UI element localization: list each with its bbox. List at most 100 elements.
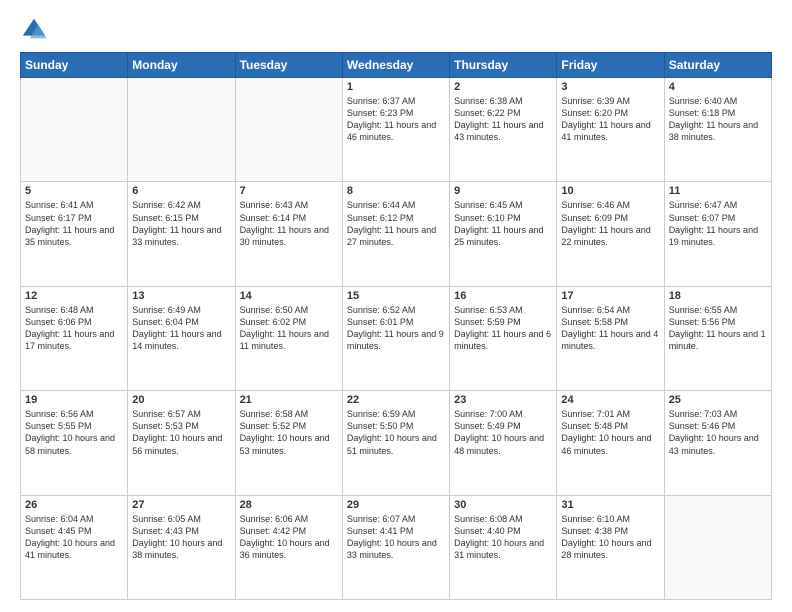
day-info: Sunrise: 6:57 AM Sunset: 5:53 PM Dayligh…: [132, 408, 230, 457]
day-number: 23: [454, 394, 552, 406]
calendar-cell: 30 Sunrise: 6:08 AM Sunset: 4:40 PM Dayli…: [450, 495, 557, 599]
day-header-thursday: Thursday: [450, 53, 557, 78]
day-number: 30: [454, 499, 552, 511]
day-header-sunday: Sunday: [21, 53, 128, 78]
calendar-cell: 28 Sunrise: 6:06 AM Sunset: 4:42 PM Dayli…: [235, 495, 342, 599]
calendar-cell: 20 Sunrise: 6:57 AM Sunset: 5:53 PM Dayli…: [128, 391, 235, 495]
day-number: 6: [132, 185, 230, 197]
day-info: Sunrise: 6:44 AM Sunset: 6:12 PM Dayligh…: [347, 199, 445, 248]
day-number: 20: [132, 394, 230, 406]
calendar-cell: 1 Sunrise: 6:37 AM Sunset: 6:23 PM Daylig…: [342, 78, 449, 182]
calendar-cell: 4 Sunrise: 6:40 AM Sunset: 6:18 PM Daylig…: [664, 78, 771, 182]
day-info: Sunrise: 6:37 AM Sunset: 6:23 PM Dayligh…: [347, 95, 445, 144]
day-number: 16: [454, 290, 552, 302]
logo: [20, 16, 52, 44]
day-number: 4: [669, 81, 767, 93]
day-number: 18: [669, 290, 767, 302]
day-number: 28: [240, 499, 338, 511]
day-info: Sunrise: 6:47 AM Sunset: 6:07 PM Dayligh…: [669, 199, 767, 248]
calendar: SundayMondayTuesdayWednesdayThursdayFrid…: [20, 52, 772, 600]
calendar-cell: 22Sunrise: 6:59 AM Sunset: 5:50 PM Dayli…: [342, 391, 449, 495]
calendar-cell: [235, 78, 342, 182]
calendar-cell: 23 Sunrise: 7:00 AM Sunset: 5:49 PM Dayli…: [450, 391, 557, 495]
day-info: Sunrise: 6:39 AM Sunset: 6:20 PM Dayligh…: [561, 95, 659, 144]
calendar-cell: 6 Sunrise: 6:42 AM Sunset: 6:15 PM Daylig…: [128, 182, 235, 286]
calendar-cell: 31Sunrise: 6:10 AM Sunset: 4:38 PM Dayli…: [557, 495, 664, 599]
calendar-cell: 27 Sunrise: 6:05 AM Sunset: 4:43 PM Dayli…: [128, 495, 235, 599]
day-info: Sunrise: 6:58 AM Sunset: 5:52 PM Dayligh…: [240, 408, 338, 457]
day-number: 29: [347, 499, 445, 511]
header: [20, 16, 772, 44]
day-info: Sunrise: 7:03 AM Sunset: 5:46 PM Dayligh…: [669, 408, 767, 457]
day-header-tuesday: Tuesday: [235, 53, 342, 78]
calendar-week-4: 26Sunrise: 6:04 AM Sunset: 4:45 PM Dayli…: [21, 495, 772, 599]
day-info: Sunrise: 6:59 AM Sunset: 5:50 PM Dayligh…: [347, 408, 445, 457]
day-info: Sunrise: 6:10 AM Sunset: 4:38 PM Dayligh…: [561, 513, 659, 562]
calendar-cell: 21 Sunrise: 6:58 AM Sunset: 5:52 PM Dayli…: [235, 391, 342, 495]
day-header-wednesday: Wednesday: [342, 53, 449, 78]
day-info: Sunrise: 6:54 AM Sunset: 5:58 PM Dayligh…: [561, 304, 659, 353]
day-number: 19: [25, 394, 123, 406]
day-number: 7: [240, 185, 338, 197]
day-number: 9: [454, 185, 552, 197]
day-number: 3: [561, 81, 659, 93]
day-info: Sunrise: 6:50 AM Sunset: 6:02 PM Dayligh…: [240, 304, 338, 353]
day-number: 26: [25, 499, 123, 511]
day-info: Sunrise: 6:45 AM Sunset: 6:10 PM Dayligh…: [454, 199, 552, 248]
day-number: 17: [561, 290, 659, 302]
calendar-cell: 16 Sunrise: 6:53 AM Sunset: 5:59 PM Dayli…: [450, 286, 557, 390]
calendar-week-2: 12Sunrise: 6:48 AM Sunset: 6:06 PM Dayli…: [21, 286, 772, 390]
calendar-cell: 10 Sunrise: 6:46 AM Sunset: 6:09 PM Dayli…: [557, 182, 664, 286]
calendar-cell: 15Sunrise: 6:52 AM Sunset: 6:01 PM Dayli…: [342, 286, 449, 390]
day-number: 27: [132, 499, 230, 511]
day-number: 2: [454, 81, 552, 93]
page: SundayMondayTuesdayWednesdayThursdayFrid…: [0, 0, 792, 612]
calendar-cell: 19 Sunrise: 6:56 AM Sunset: 5:55 PM Dayli…: [21, 391, 128, 495]
calendar-cell: [21, 78, 128, 182]
logo-icon: [20, 16, 48, 44]
day-header-saturday: Saturday: [664, 53, 771, 78]
day-number: 25: [669, 394, 767, 406]
day-number: 21: [240, 394, 338, 406]
calendar-week-0: 1 Sunrise: 6:37 AM Sunset: 6:23 PM Daylig…: [21, 78, 772, 182]
calendar-cell: 25 Sunrise: 7:03 AM Sunset: 5:46 PM Dayli…: [664, 391, 771, 495]
day-info: Sunrise: 6:46 AM Sunset: 6:09 PM Dayligh…: [561, 199, 659, 248]
calendar-cell: 2Sunrise: 6:38 AM Sunset: 6:22 PM Daylig…: [450, 78, 557, 182]
calendar-cell: 29 Sunrise: 6:07 AM Sunset: 4:41 PM Dayli…: [342, 495, 449, 599]
day-number: 14: [240, 290, 338, 302]
day-info: Sunrise: 6:07 AM Sunset: 4:41 PM Dayligh…: [347, 513, 445, 562]
day-info: Sunrise: 6:40 AM Sunset: 6:18 PM Dayligh…: [669, 95, 767, 144]
calendar-cell: 14 Sunrise: 6:50 AM Sunset: 6:02 PM Dayli…: [235, 286, 342, 390]
day-info: Sunrise: 6:49 AM Sunset: 6:04 PM Dayligh…: [132, 304, 230, 353]
day-number: 15: [347, 290, 445, 302]
day-number: 5: [25, 185, 123, 197]
day-info: Sunrise: 6:55 AM Sunset: 5:56 PM Dayligh…: [669, 304, 767, 353]
day-info: Sunrise: 6:48 AM Sunset: 6:06 PM Dayligh…: [25, 304, 123, 353]
calendar-cell: 24 Sunrise: 7:01 AM Sunset: 5:48 PM Dayli…: [557, 391, 664, 495]
calendar-cell: 17 Sunrise: 6:54 AM Sunset: 5:58 PM Dayli…: [557, 286, 664, 390]
calendar-cell: 8Sunrise: 6:44 AM Sunset: 6:12 PM Daylig…: [342, 182, 449, 286]
day-number: 1: [347, 81, 445, 93]
day-info: Sunrise: 6:06 AM Sunset: 4:42 PM Dayligh…: [240, 513, 338, 562]
calendar-cell: 7Sunrise: 6:43 AM Sunset: 6:14 PM Daylig…: [235, 182, 342, 286]
day-header-friday: Friday: [557, 53, 664, 78]
calendar-cell: 13 Sunrise: 6:49 AM Sunset: 6:04 PM Dayli…: [128, 286, 235, 390]
day-number: 13: [132, 290, 230, 302]
day-info: Sunrise: 7:00 AM Sunset: 5:49 PM Dayligh…: [454, 408, 552, 457]
day-number: 10: [561, 185, 659, 197]
calendar-cell: 3 Sunrise: 6:39 AM Sunset: 6:20 PM Daylig…: [557, 78, 664, 182]
day-info: Sunrise: 6:08 AM Sunset: 4:40 PM Dayligh…: [454, 513, 552, 562]
day-number: 24: [561, 394, 659, 406]
day-info: Sunrise: 6:41 AM Sunset: 6:17 PM Dayligh…: [25, 199, 123, 248]
calendar-cell: [128, 78, 235, 182]
calendar-cell: 5 Sunrise: 6:41 AM Sunset: 6:17 PM Daylig…: [21, 182, 128, 286]
day-info: Sunrise: 6:05 AM Sunset: 4:43 PM Dayligh…: [132, 513, 230, 562]
day-info: Sunrise: 6:56 AM Sunset: 5:55 PM Dayligh…: [25, 408, 123, 457]
day-header-monday: Monday: [128, 53, 235, 78]
day-info: Sunrise: 6:42 AM Sunset: 6:15 PM Dayligh…: [132, 199, 230, 248]
calendar-week-3: 19 Sunrise: 6:56 AM Sunset: 5:55 PM Dayli…: [21, 391, 772, 495]
calendar-header-row: SundayMondayTuesdayWednesdayThursdayFrid…: [21, 53, 772, 78]
day-info: Sunrise: 7:01 AM Sunset: 5:48 PM Dayligh…: [561, 408, 659, 457]
day-info: Sunrise: 6:53 AM Sunset: 5:59 PM Dayligh…: [454, 304, 552, 353]
calendar-cell: 12Sunrise: 6:48 AM Sunset: 6:06 PM Dayli…: [21, 286, 128, 390]
